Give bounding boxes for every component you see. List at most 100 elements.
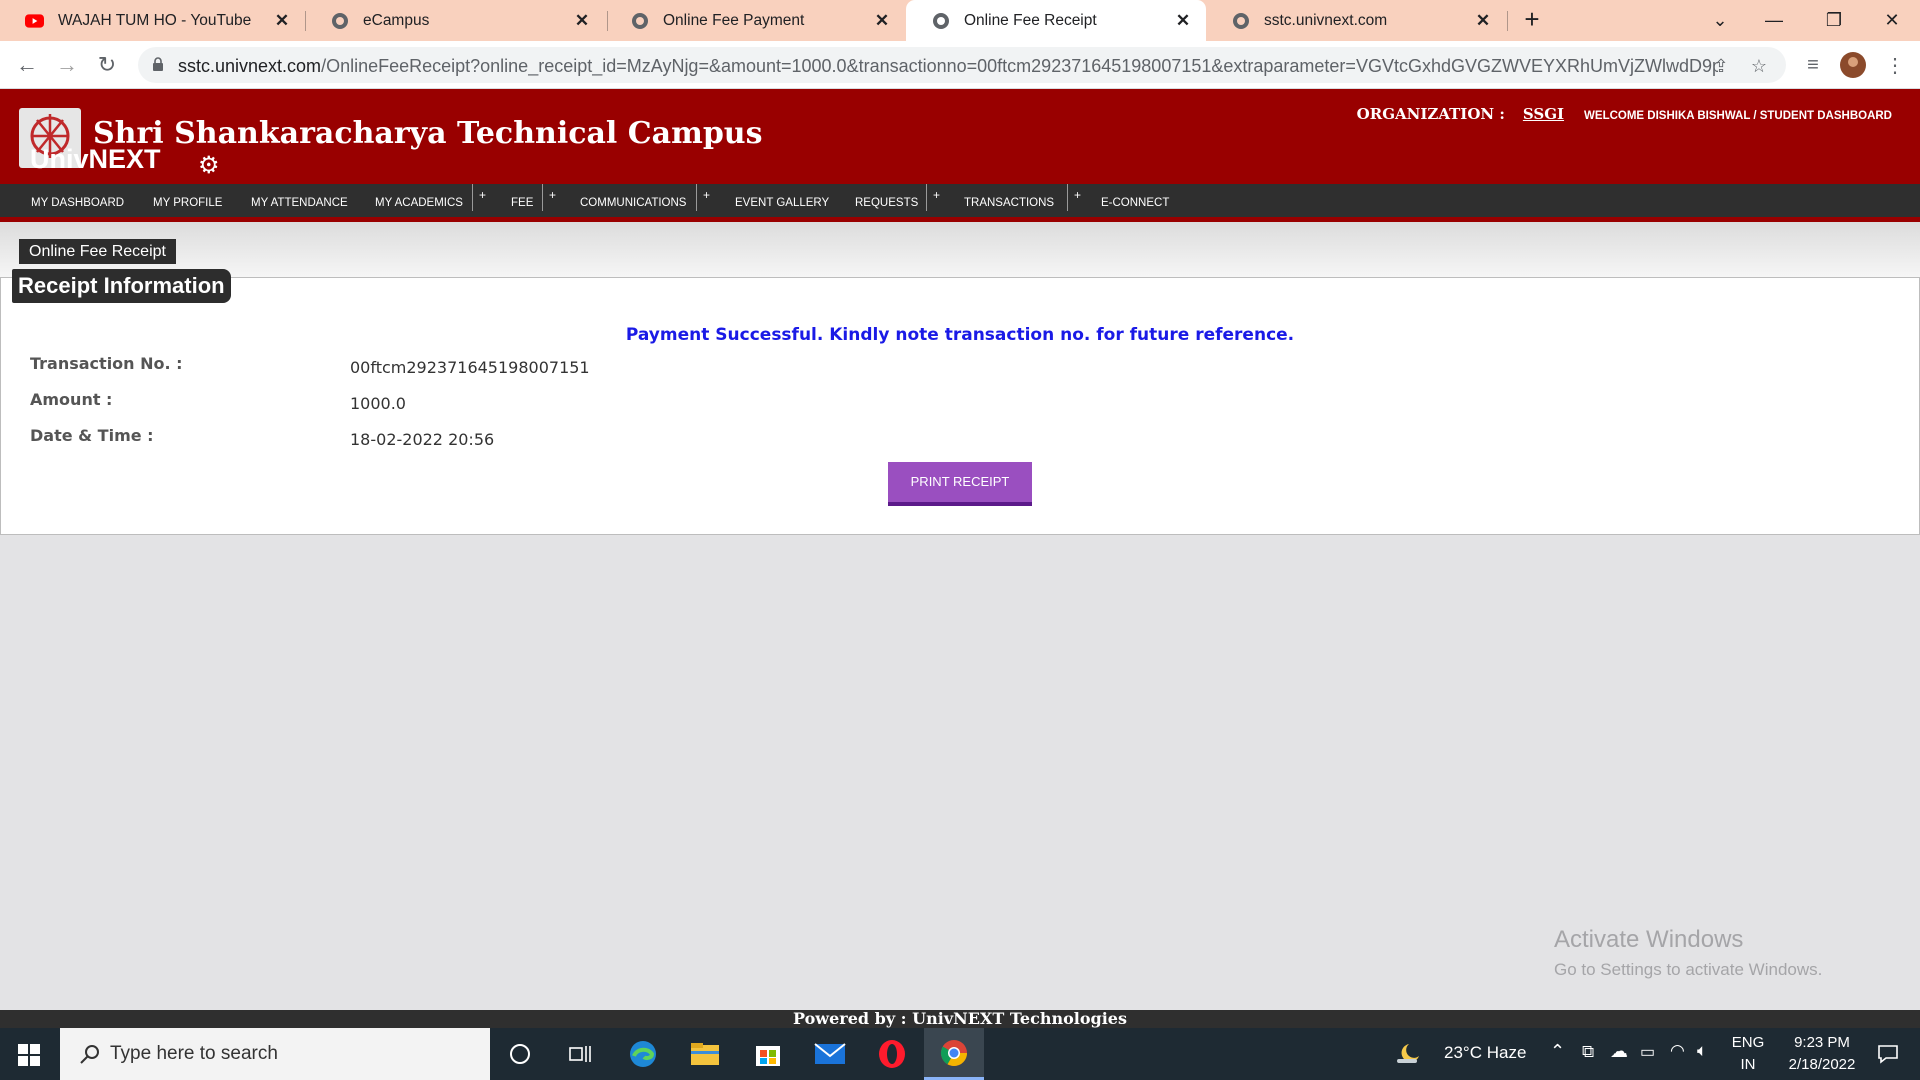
browser-tab-strip: WAJAH TUM HO - YouTube ✕ eCampus ✕ Onlin… [0,0,1920,41]
close-tab-icon[interactable]: ✕ [571,11,593,31]
transaction-no-value: 00ftcm292371645198007151 [350,358,590,377]
globe-icon [330,11,349,30]
content-header-band [0,222,1920,280]
reload-icon[interactable]: ↻ [92,50,122,80]
powered-by-footer: Powered by : UnivNEXT Technologies [0,1010,1920,1028]
date-time-label: Date & Time : [30,426,154,445]
chevron-up-icon[interactable]: ⌃ [1550,1041,1565,1062]
menu-my-academics[interactable]: MY ACADEMICS [375,184,463,222]
close-tab-icon[interactable]: ✕ [1472,11,1494,31]
tab-title: WAJAH TUM HO - YouTube [58,11,252,29]
close-tab-icon[interactable]: ✕ [271,11,293,31]
tab-title: Online Fee Receipt [964,11,1097,29]
browser-tab-active[interactable]: Online Fee Receipt ✕ [906,0,1206,41]
clock-time[interactable]: 9:23 PM [1774,1034,1870,1051]
windows-taskbar: Type here to search 23°C Haze ⌃ ⧉ ☁ ▭ ◠ … [0,1028,1920,1080]
menu-communications[interactable]: COMMUNICATIONS [580,184,686,222]
tab-search-icon[interactable]: ⌄ [1692,0,1748,41]
avatar[interactable] [1838,49,1868,81]
restore-icon[interactable]: ❐ [1806,0,1862,41]
tab-title: Online Fee Payment [663,11,805,29]
browser-tab[interactable]: WAJAH TUM HO - YouTube ✕ [0,0,305,41]
section-title: Receipt Information [12,269,231,303]
weather-moon-icon[interactable] [1388,1028,1428,1080]
forward-icon[interactable]: → [52,50,82,80]
volume-icon[interactable]: 🔈︎ [1697,1041,1707,1061]
edge-icon[interactable] [613,1028,673,1080]
globe-icon [1231,11,1250,30]
url-path: /OnlineFeeReceipt?online_receipt_id=MzAy… [321,56,1718,76]
organization-link[interactable]: SSGI [1523,105,1564,123]
print-receipt-button[interactable]: PRINT RECEIPT [888,462,1032,506]
transaction-no-label: Transaction No. : [30,354,183,373]
minimize-icon[interactable]: — [1746,0,1802,41]
submenu-toggle-icon[interactable]: + [926,184,940,211]
opera-icon[interactable] [862,1028,922,1080]
meet-now-icon[interactable]: ⧉ [1582,1042,1594,1062]
mail-icon[interactable] [800,1028,860,1080]
search-icon [80,1045,99,1064]
search-placeholder: Type here to search [110,1043,278,1064]
menu-requests[interactable]: REQUESTS [855,184,918,222]
task-view-icon[interactable] [550,1028,610,1080]
submenu-toggle-icon[interactable]: + [542,184,556,211]
close-tab-icon[interactable]: ✕ [1172,11,1194,31]
share-icon[interactable]: ⇪ [1710,56,1732,76]
payment-success-message: Payment Successful. Kindly note transact… [625,325,1295,345]
menu-transactions[interactable]: TRANSACTIONS [964,184,1054,222]
new-tab-button[interactable]: + [1518,6,1546,34]
submenu-toggle-icon[interactable]: + [472,184,486,211]
windows-start-icon[interactable] [18,1044,40,1066]
taskbar-search[interactable]: Type here to search [60,1028,490,1080]
globe-icon [630,11,649,30]
tab-separator [1507,11,1508,31]
close-window-icon[interactable]: ✕ [1864,0,1920,41]
breadcrumb: Online Fee Receipt [19,239,176,264]
onedrive-cloud-icon[interactable]: ☁ [1610,1041,1628,1062]
url-host: sstc.univnext.com [178,56,322,76]
amount-label: Amount : [30,390,113,409]
browser-tab[interactable]: sstc.univnext.com ✕ [1206,0,1506,41]
menu-event-gallery[interactable]: EVENT GALLERY [735,184,829,222]
microsoft-store-icon[interactable] [738,1028,798,1080]
submenu-toggle-icon[interactable]: + [1067,184,1081,211]
globe-icon [931,11,950,30]
amount-value: 1000.0 [350,394,406,413]
submenu-toggle-icon[interactable]: + [696,184,710,211]
browser-tab[interactable]: Online Fee Payment ✕ [605,0,905,41]
weather-text[interactable]: 23°C Haze [1444,1043,1526,1063]
bookmark-star-icon[interactable]: ☆ [1748,56,1770,76]
chrome-icon[interactable] [924,1028,984,1080]
menu-my-profile[interactable]: MY PROFILE [153,184,222,222]
lock-icon [153,57,163,71]
welcome-text: WELCOME DISHIKA BISHWAL / STUDENT DASHBO… [1584,110,1892,122]
organization-label: ORGANIZATION : [1356,105,1505,123]
close-tab-icon[interactable]: ✕ [871,11,893,31]
date-time-value: 18-02-2022 20:56 [350,430,495,449]
menu-e-connect[interactable]: E-CONNECT [1101,184,1169,222]
back-icon[interactable]: ← [12,50,42,80]
clock-date[interactable]: 2/18/2022 [1774,1056,1870,1073]
file-explorer-icon[interactable] [675,1028,735,1080]
menu-my-dashboard[interactable]: MY DASHBOARD [31,184,124,222]
activation-watermark-title: Activate Windows [1554,926,1744,953]
battery-icon[interactable]: ▭ [1640,1042,1655,1062]
menu-my-attendance[interactable]: MY ATTENDANCE [251,184,348,222]
institute-name: Shri Shankaracharya Technical Campus [93,116,763,151]
input-language-top[interactable]: ENG [1730,1034,1766,1051]
activation-watermark-subtitle: Go to Settings to activate Windows. [1554,960,1823,979]
menu-fee[interactable]: FEE [511,184,533,222]
cortana-icon[interactable] [490,1028,550,1080]
settings-gear-icon[interactable]: ⚙ [198,151,220,180]
brand-logo-text: UnivNEXT [30,144,161,174]
url-text: sstc.univnext.com/OnlineFeeReceipt?onlin… [178,56,1718,77]
input-language-bottom[interactable]: IN [1730,1056,1766,1073]
browser-tab[interactable]: eCampus ✕ [305,0,605,41]
media-control-icon[interactable]: ≡ [1798,49,1828,81]
more-menu-icon[interactable]: ⋮ [1880,49,1910,81]
notification-icon[interactable] [1862,1028,1914,1080]
address-bar[interactable]: sstc.univnext.com/OnlineFeeReceipt?onlin… [138,47,1786,83]
app-header: Shri Shankaracharya Technical Campus Uni… [0,89,1920,184]
tab-title: eCampus [363,11,430,29]
wifi-icon[interactable]: ◠ [1670,1041,1685,1061]
